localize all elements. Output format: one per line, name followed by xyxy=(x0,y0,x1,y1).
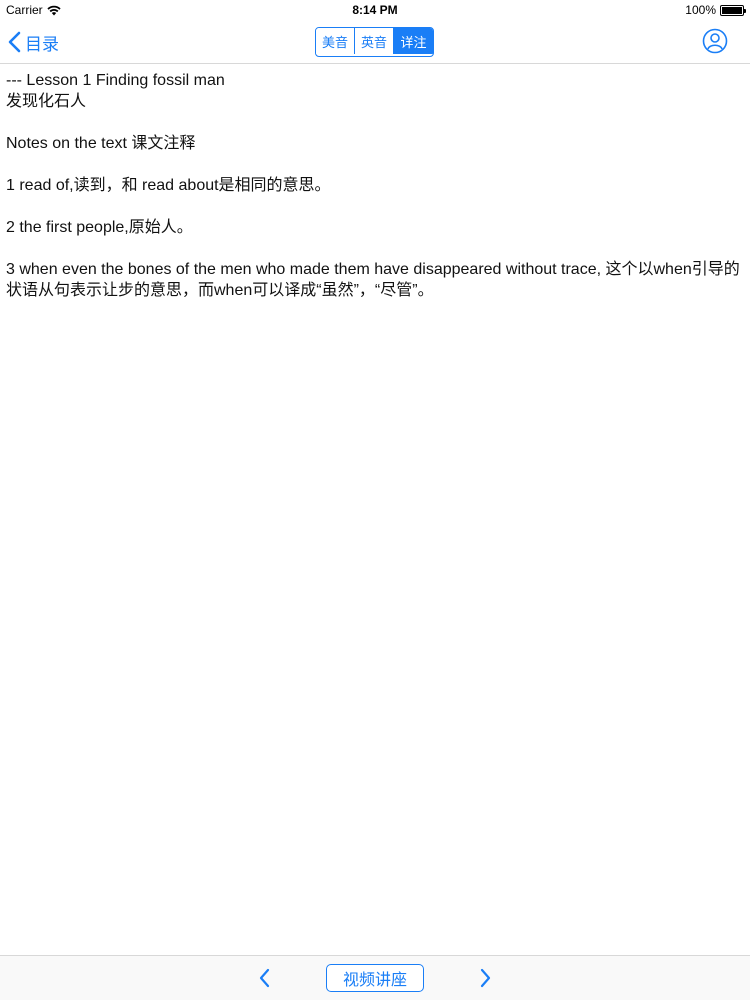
note-item-2: 2 the first people,原始人。 xyxy=(6,219,193,236)
note-item-1: 1 read of,读到，和 read about是相同的意思。 xyxy=(6,177,331,194)
segment-us-accent[interactable]: 美音 xyxy=(316,28,355,54)
segment-uk-accent[interactable]: 英音 xyxy=(355,28,394,54)
user-icon xyxy=(702,28,728,54)
lesson-notes-content: --- Lesson 1 Finding fossil man 发现化石人 No… xyxy=(6,70,744,322)
back-button-label: 目录 xyxy=(25,34,59,54)
battery-percent: 100% xyxy=(685,3,716,17)
audio-mode-segmented-control: 美音 英音 详注 xyxy=(315,27,434,57)
chevron-left-icon xyxy=(259,968,270,988)
segment-detailed-notes[interactable]: 详注 xyxy=(394,28,433,54)
navigation-bar: 目录 美音 英音 详注 xyxy=(0,20,750,64)
status-bar: Carrier 8:14 PM 100% xyxy=(0,0,750,20)
video-lecture-button[interactable]: 视频讲座 xyxy=(326,964,424,992)
previous-button[interactable] xyxy=(256,967,272,989)
battery-fill xyxy=(722,6,742,14)
bottom-toolbar: 视频讲座 xyxy=(0,955,750,1000)
next-button[interactable] xyxy=(478,967,494,989)
back-button[interactable]: 目录 xyxy=(8,28,59,56)
notes-heading: Notes on the text 课文注释 xyxy=(6,135,196,152)
profile-button[interactable] xyxy=(702,28,728,54)
status-right: 100% xyxy=(685,3,746,17)
chevron-right-icon xyxy=(480,968,491,988)
chevron-left-icon xyxy=(8,31,21,53)
battery-icon xyxy=(720,4,746,16)
note-item-3: 3 when even the bones of the men who mad… xyxy=(6,261,740,299)
lesson-subtitle: 发现化石人 xyxy=(6,93,87,110)
lesson-title: --- Lesson 1 Finding fossil man xyxy=(6,72,225,89)
status-time: 8:14 PM xyxy=(352,3,398,17)
